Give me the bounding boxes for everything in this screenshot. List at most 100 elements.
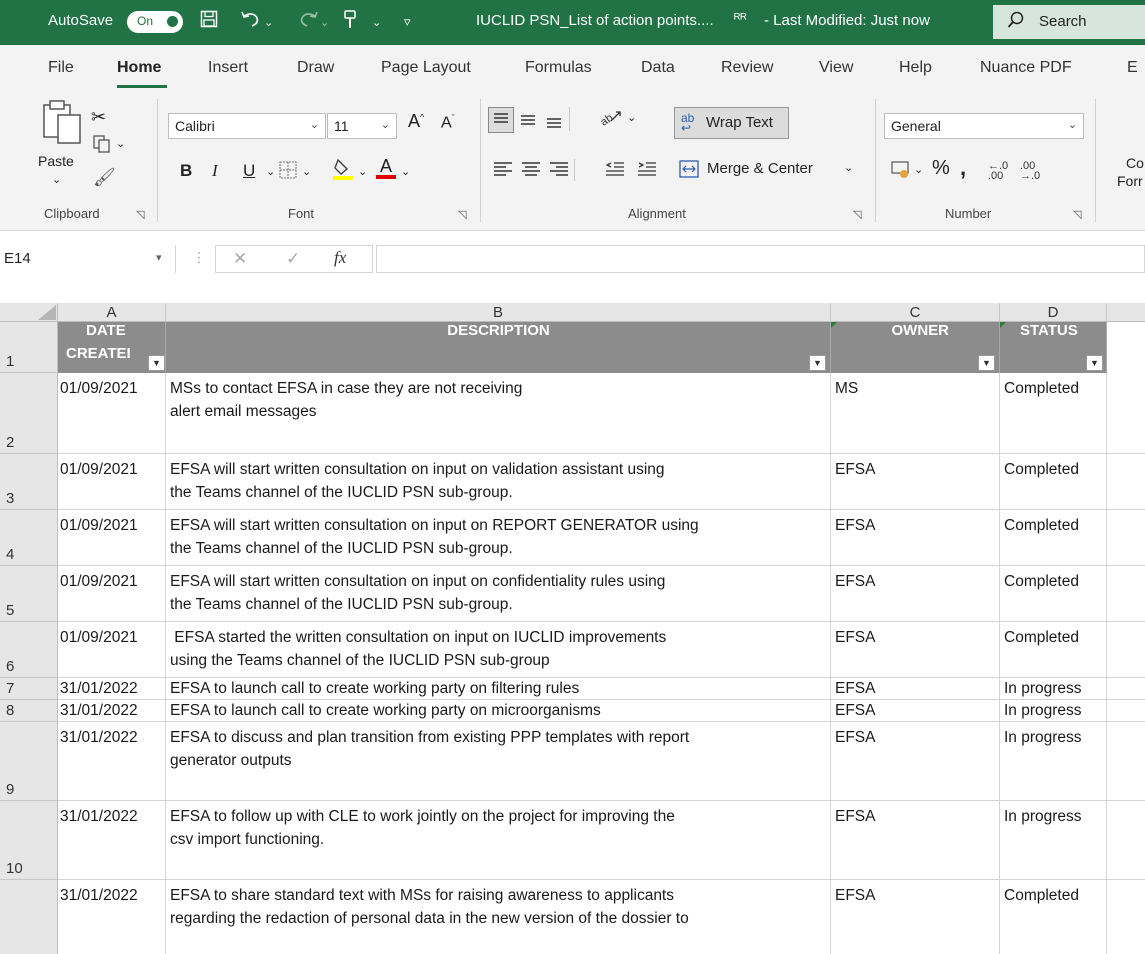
owner-cell[interactable]: EFSA xyxy=(831,801,1000,880)
column-header-e[interactable] xyxy=(1107,303,1145,322)
owner-cell[interactable]: EFSA xyxy=(831,722,1000,801)
empty-cell[interactable] xyxy=(1107,622,1145,678)
orientation-dropdown-icon[interactable]: ⌄ xyxy=(627,111,636,124)
qat-dropdown-icon[interactable]: ⌄ xyxy=(372,16,381,29)
column-header-b[interactable]: B xyxy=(166,303,831,322)
owner-cell[interactable]: EFSA xyxy=(831,510,1000,566)
header-cell-status[interactable]: STATUS ▼ xyxy=(1000,322,1107,373)
empty-cell[interactable] xyxy=(1107,801,1145,880)
owner-cell[interactable]: MS xyxy=(831,373,1000,454)
header-cell-date[interactable]: DATE CREATEI ▼ xyxy=(58,322,166,373)
tab-review[interactable]: Review xyxy=(721,59,773,77)
font-color-dropdown-icon[interactable]: ⌄ xyxy=(401,165,410,178)
status-cell[interactable]: Completed xyxy=(1000,454,1107,510)
empty-cell[interactable] xyxy=(1107,880,1145,954)
empty-cell[interactable] xyxy=(1107,722,1145,801)
undo-icon[interactable] xyxy=(240,10,262,33)
description-cell[interactable]: EFSA will start written consultation on … xyxy=(166,510,831,566)
paste-icon[interactable] xyxy=(40,99,86,148)
redo-icon[interactable] xyxy=(297,10,319,33)
fill-color-dropdown-icon[interactable]: ⌄ xyxy=(358,165,367,178)
status-cell[interactable]: Completed xyxy=(1000,373,1107,454)
tab-file[interactable]: File xyxy=(48,59,74,77)
align-center-icon[interactable] xyxy=(520,159,542,182)
column-header-c[interactable]: C xyxy=(831,303,1000,322)
header-cell-owner[interactable]: OWNER ▼ xyxy=(831,322,1000,373)
owner-cell[interactable]: EFSA xyxy=(831,700,1000,722)
empty-cell[interactable] xyxy=(1107,700,1145,722)
row-header[interactable]: 1 xyxy=(0,322,58,373)
owner-cell[interactable]: EFSA xyxy=(831,622,1000,678)
filter-dropdown-icon[interactable]: ▼ xyxy=(809,355,826,371)
borders-icon[interactable] xyxy=(278,160,298,183)
description-cell[interactable]: EFSA to launch call to create working pa… xyxy=(166,678,831,700)
row-header[interactable]: 3 xyxy=(0,454,58,510)
bold-icon[interactable]: B xyxy=(180,161,192,181)
description-cell[interactable]: EFSA will start written consultation on … xyxy=(166,566,831,622)
decrease-indent-icon[interactable] xyxy=(604,159,626,182)
orientation-icon[interactable]: ab xyxy=(598,107,623,132)
date-cell[interactable]: 31/01/2022 xyxy=(58,700,166,722)
share-people-icon[interactable]: ᴿᴿ xyxy=(734,10,747,26)
row-header[interactable]: 10 xyxy=(0,801,58,880)
save-icon[interactable] xyxy=(200,10,218,33)
search-box[interactable]: Search xyxy=(993,5,1145,39)
clipboard-launcher-icon[interactable]: ◹ xyxy=(136,208,144,221)
copy-icon[interactable] xyxy=(93,135,111,156)
empty-cell[interactable] xyxy=(1107,510,1145,566)
borders-dropdown-icon[interactable]: ⌄ xyxy=(302,165,311,178)
description-cell[interactable]: EFSA to follow up with CLE to work joint… xyxy=(166,801,831,880)
font-name-select[interactable]: Calibri ⌄ xyxy=(168,113,326,139)
status-cell[interactable]: In progress xyxy=(1000,722,1107,801)
date-cell[interactable]: 31/01/2022 xyxy=(58,880,166,954)
number-launcher-icon[interactable]: ◹ xyxy=(1073,208,1081,221)
decrease-font-icon[interactable]: Aˇ xyxy=(441,113,455,132)
empty-cell[interactable] xyxy=(1107,678,1145,700)
align-left-icon[interactable] xyxy=(492,159,514,182)
increase-indent-icon[interactable] xyxy=(636,159,658,182)
cut-icon[interactable]: ✂ xyxy=(91,107,106,128)
tab-more[interactable]: E xyxy=(1127,59,1138,77)
empty-cell[interactable] xyxy=(1107,373,1145,454)
tab-insert[interactable]: Insert xyxy=(208,59,248,77)
alignment-launcher-icon[interactable]: ◹ xyxy=(853,208,861,221)
date-cell[interactable]: 01/09/2021 xyxy=(58,373,166,454)
tab-home[interactable]: Home xyxy=(117,59,161,77)
font-size-select[interactable]: 11 ⌄ xyxy=(327,113,397,139)
filter-dropdown-icon[interactable]: ▼ xyxy=(978,355,995,371)
column-header-a[interactable]: A xyxy=(58,303,166,322)
format-painter-qat-icon[interactable] xyxy=(342,10,358,35)
undo-dropdown-icon[interactable]: ⌄ xyxy=(264,16,273,29)
underline-dropdown-icon[interactable]: ⌄ xyxy=(266,165,275,178)
date-cell[interactable]: 01/09/2021 xyxy=(58,566,166,622)
row-header[interactable]: 2 xyxy=(0,373,58,454)
header-cell-description[interactable]: DESCRIPTION ▼ xyxy=(166,322,831,373)
status-cell[interactable]: Completed xyxy=(1000,622,1107,678)
filter-dropdown-icon[interactable]: ▼ xyxy=(1086,355,1103,371)
status-cell[interactable]: Completed xyxy=(1000,566,1107,622)
status-cell[interactable]: In progress xyxy=(1000,678,1107,700)
paste-dropdown-icon[interactable]: ⌄ xyxy=(52,173,61,186)
redo-dropdown-icon[interactable]: ⌄ xyxy=(320,16,329,29)
accounting-dropdown-icon[interactable]: ⌄ xyxy=(914,163,923,176)
comma-style-icon[interactable]: , xyxy=(960,155,966,181)
tab-help[interactable]: Help xyxy=(899,59,932,77)
description-cell[interactable]: EFSA to launch call to create working pa… xyxy=(166,700,831,722)
format-painter-icon[interactable]: 🖌 xyxy=(93,167,116,188)
tab-view[interactable]: View xyxy=(819,59,853,77)
increase-font-icon[interactable]: A^ xyxy=(408,111,424,132)
row-header[interactable]: 6 xyxy=(0,622,58,678)
conditional-format-label-2[interactable]: Forr xyxy=(1117,173,1143,189)
row-header[interactable]: 8 xyxy=(0,700,58,722)
owner-cell[interactable]: EFSA xyxy=(831,454,1000,510)
date-cell[interactable]: 31/01/2022 xyxy=(58,801,166,880)
description-cell[interactable]: EFSA will start written consultation on … xyxy=(166,454,831,510)
percent-icon[interactable]: % xyxy=(932,157,950,180)
decrease-decimal-icon[interactable]: .00 →.0 xyxy=(1020,161,1040,182)
tab-nuance-pdf[interactable]: Nuance PDF xyxy=(980,59,1072,77)
enter-icon[interactable]: ✓ xyxy=(286,249,300,269)
owner-cell[interactable]: EFSA xyxy=(831,880,1000,954)
align-middle-icon[interactable] xyxy=(516,107,540,134)
empty-cell[interactable] xyxy=(1107,566,1145,622)
date-cell[interactable]: 01/09/2021 xyxy=(58,622,166,678)
